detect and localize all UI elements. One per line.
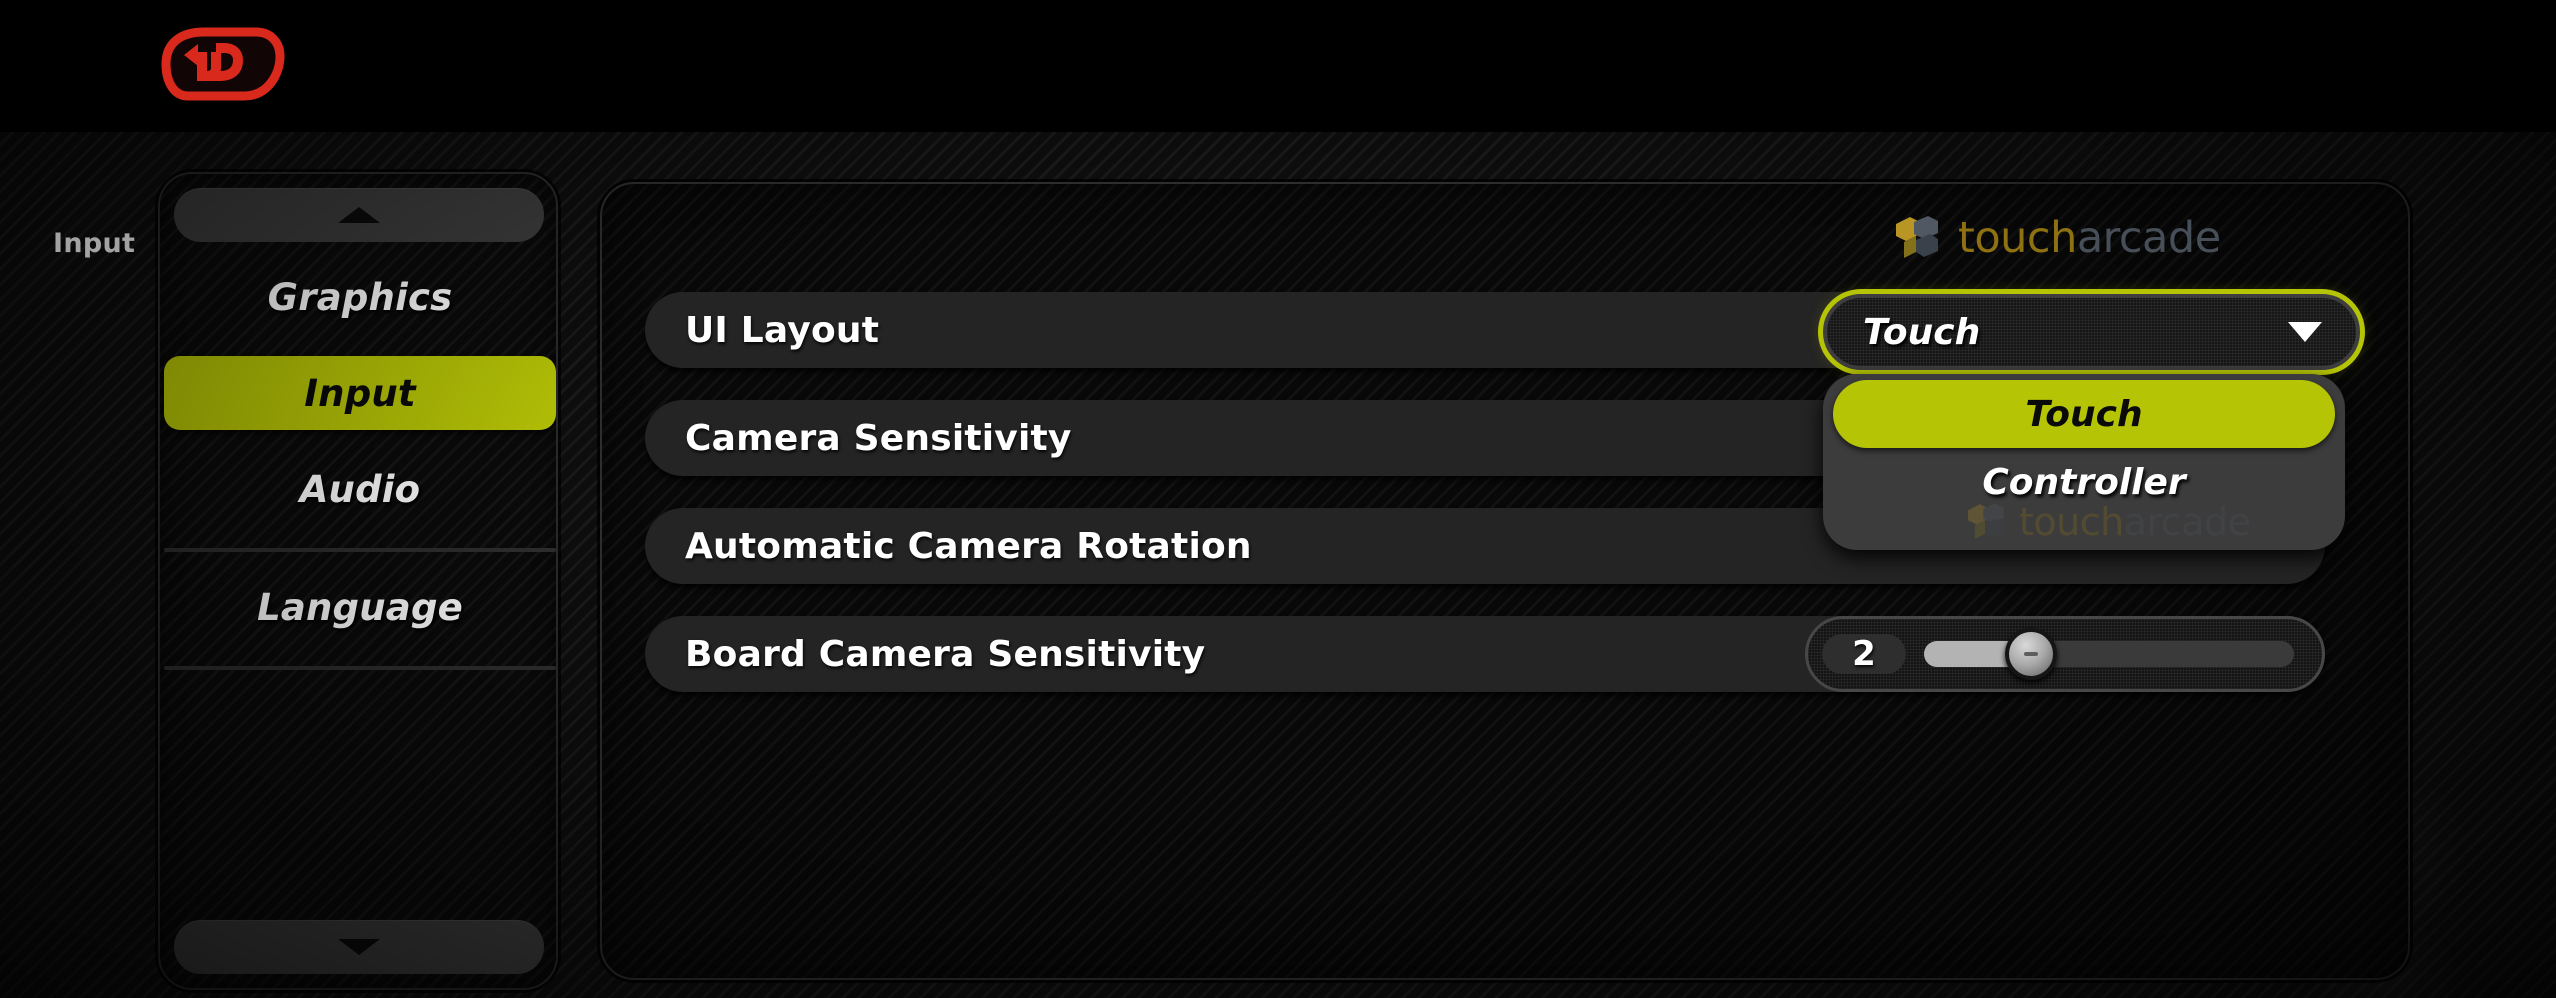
ui-layout-dropdown-menu: Touch Controller toucharcade — [1823, 374, 2345, 550]
sidebar-item-label: Audio — [299, 467, 421, 511]
chevron-up-icon — [338, 207, 380, 223]
ui-layout-dropdown-button[interactable]: Touch — [1823, 294, 2360, 370]
sidebar-divider — [164, 548, 556, 552]
slider-track[interactable] — [1924, 628, 2294, 680]
sidebar: Graphics Input Audio Language — [158, 172, 558, 990]
sidebar-item-input[interactable]: Input — [164, 356, 556, 430]
dropdown-option-touch[interactable]: Touch — [1833, 380, 2335, 448]
settings-screen: Graphics Input Audio Language Input touc… — [0, 0, 2556, 998]
sidebar-item-language[interactable]: Language — [160, 570, 556, 644]
page-title: Input — [53, 228, 136, 259]
setting-label: Board Camera Sensitivity — [685, 633, 1206, 675]
sidebar-scroll-up-button[interactable] — [174, 188, 544, 242]
u-turn-arrow-icon — [161, 27, 285, 101]
ui-layout-dropdown: Touch Touch Controller toucharcade — [1823, 294, 2360, 550]
sidebar-menu: Graphics Input Audio Language — [160, 260, 556, 688]
setting-label: Camera Sensitivity — [685, 417, 1072, 459]
sidebar-divider — [164, 666, 556, 670]
sidebar-item-label: Language — [257, 585, 463, 629]
back-button[interactable] — [148, 26, 285, 102]
setting-label: Automatic Camera Rotation — [685, 525, 1252, 567]
board-camera-sensitivity-slider[interactable]: 2 — [1805, 616, 2325, 692]
chevron-down-icon — [338, 939, 380, 955]
top-header-bar — [0, 0, 2556, 132]
sidebar-item-graphics[interactable]: Graphics — [160, 260, 556, 334]
slider-knob-icon[interactable] — [2005, 628, 2058, 680]
dropdown-option-controller[interactable]: Controller — [1833, 448, 2335, 516]
slider-value-badge: 2 — [1822, 634, 1906, 674]
sidebar-item-label: Input — [304, 371, 416, 415]
caret-down-icon — [2288, 322, 2322, 342]
sidebar-item-audio[interactable]: Audio — [160, 452, 556, 526]
setting-row-board-camera-sensitivity[interactable]: Board Camera Sensitivity 2 — [645, 616, 2325, 692]
dropdown-selected-value: Touch — [1863, 311, 1981, 353]
sidebar-item-label: Graphics — [267, 275, 453, 319]
setting-label: UI Layout — [685, 309, 880, 351]
sidebar-scroll-down-button[interactable] — [174, 920, 544, 974]
